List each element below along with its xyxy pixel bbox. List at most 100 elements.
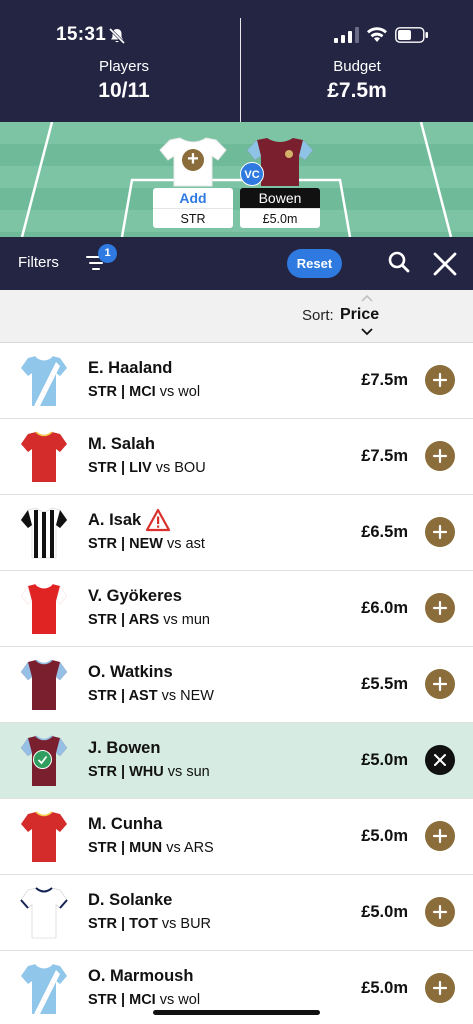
player-team: ARS — [128, 612, 160, 628]
filters-label[interactable]: Filters — [18, 254, 59, 271]
player-position: STR — [88, 688, 117, 704]
kit-shirt-icon — [20, 808, 68, 864]
sort-bar[interactable]: Sort: Price — [0, 290, 473, 343]
player-position: STR — [88, 992, 117, 1008]
player-position: STR — [88, 612, 117, 628]
slot-add-label: Add — [153, 188, 233, 208]
player-price: £5.0m — [361, 827, 408, 845]
player-team: MCI — [129, 384, 156, 400]
player-name: E. Haaland — [88, 359, 173, 377]
reset-button[interactable]: Reset — [287, 249, 342, 278]
add-player-button[interactable] — [425, 669, 455, 699]
player-fixture: vs wol — [159, 992, 201, 1008]
player-row[interactable]: J. Bowen STR | WHU vs sun £5.0m — [0, 723, 473, 799]
slot-add-position: STR — [153, 208, 233, 228]
info-separator: | — [117, 384, 130, 400]
player-price: £6.0m — [361, 599, 408, 617]
search-icon[interactable] — [387, 250, 411, 276]
info-separator: | — [117, 460, 130, 476]
pitch-slot-bowen[interactable]: VC Bowen £5.0m — [240, 132, 320, 228]
sort-value[interactable]: Price — [340, 306, 379, 324]
player-price: £6.5m — [361, 523, 408, 541]
player-row[interactable]: V. Gyökeres STR | ARS vs mun £6.0m — [0, 571, 473, 647]
player-name: O. Watkins — [88, 663, 173, 681]
player-row[interactable]: E. Haaland STR | MCI vs wol £7.5m — [0, 343, 473, 419]
pitch-slot-add[interactable]: + Add STR — [153, 132, 233, 228]
player-team: AST — [128, 688, 158, 704]
player-team: WHU — [129, 764, 164, 780]
budget-value: £7.5m — [327, 79, 387, 102]
player-row[interactable]: A. Isak STR | NEW vs ast £6.5m — [0, 495, 473, 571]
player-info: STR | LIV vs BOU — [88, 460, 206, 476]
player-position: STR — [88, 916, 117, 932]
player-name: M. Salah — [88, 435, 155, 453]
player-team: LIV — [129, 460, 152, 476]
kit-shirt-icon — [20, 656, 68, 712]
info-separator: | — [117, 536, 130, 552]
add-player-button[interactable] — [425, 441, 455, 471]
player-fixture: vs ARS — [166, 840, 214, 856]
player-info: STR | ARS vs mun — [88, 612, 210, 628]
kit-shirt-icon — [20, 884, 68, 940]
pitch: + Add STR VC Bowen £5.0m — [0, 122, 473, 237]
add-player-button[interactable] — [425, 517, 455, 547]
player-team: MCI — [129, 992, 156, 1008]
sort-up-icon[interactable] — [361, 294, 373, 302]
info-separator: | — [117, 688, 129, 704]
player-row[interactable]: M. Salah STR | LIV vs BOU £7.5m — [0, 419, 473, 495]
player-price: £7.5m — [361, 447, 408, 465]
home-indicator — [153, 1010, 320, 1015]
player-fixture: vs ast — [167, 536, 205, 552]
player-fixture: vs sun — [167, 764, 210, 780]
kit-shirt-icon — [20, 960, 68, 1016]
player-team: TOT — [129, 916, 158, 932]
player-team: NEW — [129, 536, 163, 552]
selected-check-icon — [33, 750, 52, 769]
budget-stat: Budget £7.5m — [237, 58, 473, 103]
vice-captain-badge: VC — [240, 162, 264, 186]
player-price: £5.0m — [361, 751, 408, 769]
info-separator: | — [117, 764, 130, 780]
signal-icon — [334, 27, 359, 43]
add-player-button[interactable] — [425, 973, 455, 1003]
add-player-button[interactable] — [425, 593, 455, 623]
players-stat: Players 10/11 — [4, 58, 244, 103]
player-price: £7.5m — [361, 371, 408, 389]
player-price: £5.5m — [361, 675, 408, 693]
close-icon[interactable] — [432, 251, 458, 277]
info-separator: | — [117, 612, 129, 628]
remove-player-button[interactable] — [425, 745, 455, 775]
add-player-button[interactable] — [425, 821, 455, 851]
player-row[interactable]: M. Cunha STR | MUN vs ARS £5.0m — [0, 799, 473, 875]
add-player-button[interactable] — [425, 897, 455, 927]
sort-down-icon[interactable] — [361, 328, 373, 336]
player-info: STR | MCI vs wol — [88, 384, 200, 400]
player-name: M. Cunha — [88, 815, 163, 833]
player-fixture: vs BUR — [161, 916, 212, 932]
player-position: STR — [88, 764, 117, 780]
sort-label: Sort: — [302, 307, 334, 324]
players-label: Players — [98, 58, 150, 75]
add-plus-icon: + — [182, 149, 204, 171]
player-row[interactable]: O. Watkins STR | AST vs NEW £5.5m — [0, 647, 473, 723]
player-team: MUN — [129, 840, 163, 856]
warning-icon[interactable] — [145, 508, 171, 532]
player-name: V. Gyökeres — [88, 587, 182, 605]
player-info: STR | NEW vs ast — [88, 536, 205, 552]
header: 15:31 Players 10/11 Budget £7.5m — [0, 0, 473, 122]
player-fixture: vs BOU — [155, 460, 206, 476]
player-name: O. Marmoush — [88, 967, 194, 985]
player-fixture: vs wol — [159, 384, 201, 400]
add-player-button[interactable] — [425, 365, 455, 395]
kit-shirt-icon — [20, 428, 68, 484]
info-separator: | — [117, 916, 130, 932]
filter-bar: Filters 1 Reset — [0, 237, 473, 290]
slot-bowen-name: Bowen — [240, 188, 320, 208]
player-name: A. Isak — [88, 511, 142, 529]
kit-shirt-icon — [20, 352, 68, 408]
player-position: STR — [88, 536, 117, 552]
kit-shirt-icon — [20, 580, 68, 636]
pitch-lines — [20, 122, 453, 237]
player-position: STR — [88, 460, 117, 476]
player-row[interactable]: D. Solanke STR | TOT vs BUR £5.0m — [0, 875, 473, 951]
